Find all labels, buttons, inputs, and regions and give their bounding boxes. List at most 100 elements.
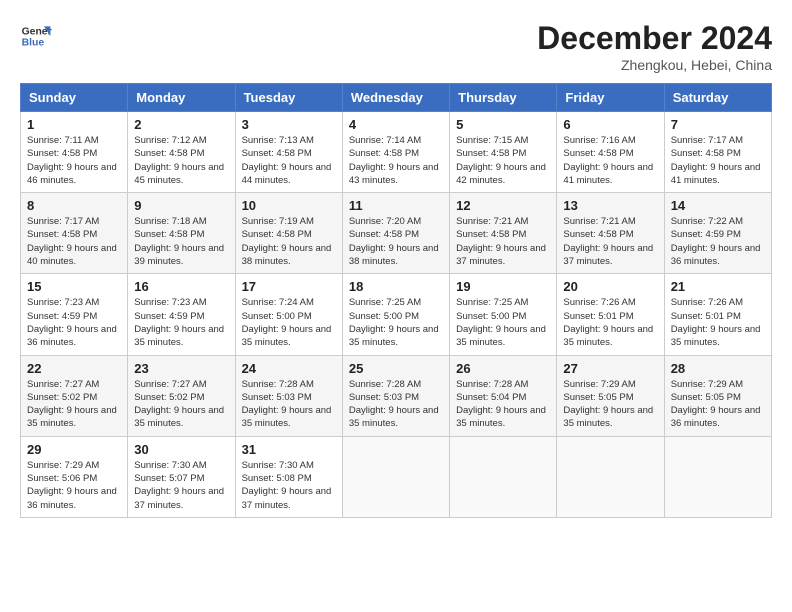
day-number: 20 bbox=[563, 279, 657, 294]
calendar-cell: 6 Sunrise: 7:16 AMSunset: 4:58 PMDaylight… bbox=[557, 112, 664, 193]
day-info: Sunrise: 7:17 AMSunset: 4:58 PMDaylight:… bbox=[671, 134, 765, 187]
calendar-cell: 26Sunrise: 7:28 AMSunset: 5:04 PMDayligh… bbox=[450, 355, 557, 436]
day-info: Sunrise: 7:29 AMSunset: 5:05 PMDaylight:… bbox=[671, 378, 765, 431]
calendar-cell: 8 Sunrise: 7:17 AMSunset: 4:58 PMDaylight… bbox=[21, 193, 128, 274]
day-number: 6 bbox=[563, 117, 657, 132]
calendar-cell: 13 Sunrise: 7:21 AMSunset: 4:58 PMDayligh… bbox=[557, 193, 664, 274]
day-number: 24 bbox=[242, 361, 336, 376]
calendar-cell: 19 Sunrise: 7:25 AMSunset: 5:00 PMDayligh… bbox=[450, 274, 557, 355]
day-info: Sunrise: 7:24 AMSunset: 5:00 PMDaylight:… bbox=[242, 296, 336, 349]
day-info: Sunrise: 7:22 AMSunset: 4:59 PMDaylight:… bbox=[671, 215, 765, 268]
calendar-cell: 3 Sunrise: 7:13 AMSunset: 4:58 PMDaylight… bbox=[235, 112, 342, 193]
day-info: Sunrise: 7:21 AMSunset: 4:58 PMDaylight:… bbox=[563, 215, 657, 268]
day-number: 18 bbox=[349, 279, 443, 294]
day-info: Sunrise: 7:27 AMSunset: 5:02 PMDaylight:… bbox=[27, 378, 121, 431]
header-saturday: Saturday bbox=[664, 84, 771, 112]
header-monday: Monday bbox=[128, 84, 235, 112]
day-number: 4 bbox=[349, 117, 443, 132]
day-number: 10 bbox=[242, 198, 336, 213]
day-info: Sunrise: 7:25 AMSunset: 5:00 PMDaylight:… bbox=[456, 296, 550, 349]
day-number: 29 bbox=[27, 442, 121, 457]
day-info: Sunrise: 7:27 AMSunset: 5:02 PMDaylight:… bbox=[134, 378, 228, 431]
day-number: 8 bbox=[27, 198, 121, 213]
day-info: Sunrise: 7:21 AMSunset: 4:58 PMDaylight:… bbox=[456, 215, 550, 268]
day-number: 31 bbox=[242, 442, 336, 457]
calendar-cell bbox=[557, 436, 664, 517]
day-number: 2 bbox=[134, 117, 228, 132]
day-info: Sunrise: 7:23 AMSunset: 4:59 PMDaylight:… bbox=[27, 296, 121, 349]
calendar-cell: 21 Sunrise: 7:26 AMSunset: 5:01 PMDayligh… bbox=[664, 274, 771, 355]
calendar-cell: 28 Sunrise: 7:29 AMSunset: 5:05 PMDayligh… bbox=[664, 355, 771, 436]
header-thursday: Thursday bbox=[450, 84, 557, 112]
day-info: Sunrise: 7:30 AMSunset: 5:07 PMDaylight:… bbox=[134, 459, 228, 512]
calendar-cell: 5 Sunrise: 7:15 AMSunset: 4:58 PMDaylight… bbox=[450, 112, 557, 193]
day-number: 28 bbox=[671, 361, 765, 376]
page-header: General Blue December 2024 Zhengkou, Heb… bbox=[20, 20, 772, 73]
calendar-cell: 20 Sunrise: 7:26 AMSunset: 5:01 PMDayligh… bbox=[557, 274, 664, 355]
day-info: Sunrise: 7:20 AMSunset: 4:58 PMDaylight:… bbox=[349, 215, 443, 268]
day-number: 19 bbox=[456, 279, 550, 294]
header-friday: Friday bbox=[557, 84, 664, 112]
calendar-cell: 18 Sunrise: 7:25 AMSunset: 5:00 PMDayligh… bbox=[342, 274, 449, 355]
day-number: 13 bbox=[563, 198, 657, 213]
calendar-cell: 4 Sunrise: 7:14 AMSunset: 4:58 PMDaylight… bbox=[342, 112, 449, 193]
svg-text:Blue: Blue bbox=[22, 38, 45, 49]
calendar-cell: 2 Sunrise: 7:12 AMSunset: 4:58 PMDaylight… bbox=[128, 112, 235, 193]
calendar-cell: 11 Sunrise: 7:20 AMSunset: 4:58 PMDayligh… bbox=[342, 193, 449, 274]
day-number: 27 bbox=[563, 361, 657, 376]
day-info: Sunrise: 7:13 AMSunset: 4:58 PMDaylight:… bbox=[242, 134, 336, 187]
day-info: Sunrise: 7:23 AMSunset: 4:59 PMDaylight:… bbox=[134, 296, 228, 349]
logo-icon: General Blue bbox=[20, 20, 52, 52]
day-number: 12 bbox=[456, 198, 550, 213]
day-info: Sunrise: 7:29 AMSunset: 5:06 PMDaylight:… bbox=[27, 459, 121, 512]
calendar-cell: 22 Sunrise: 7:27 AMSunset: 5:02 PMDayligh… bbox=[21, 355, 128, 436]
day-number: 22 bbox=[27, 361, 121, 376]
day-number: 23 bbox=[134, 361, 228, 376]
day-info: Sunrise: 7:26 AMSunset: 5:01 PMDaylight:… bbox=[563, 296, 657, 349]
day-number: 3 bbox=[242, 117, 336, 132]
calendar-cell: 25 Sunrise: 7:28 AMSunset: 5:03 PMDayligh… bbox=[342, 355, 449, 436]
day-number: 14 bbox=[671, 198, 765, 213]
calendar-cell: 9Sunrise: 7:18 AMSunset: 4:58 PMDaylight… bbox=[128, 193, 235, 274]
day-info: Sunrise: 7:14 AMSunset: 4:58 PMDaylight:… bbox=[349, 134, 443, 187]
calendar-cell bbox=[664, 436, 771, 517]
day-info: Sunrise: 7:19 AMSunset: 4:58 PMDaylight:… bbox=[242, 215, 336, 268]
calendar-cell bbox=[342, 436, 449, 517]
calendar-cell: 31Sunrise: 7:30 AMSunset: 5:08 PMDayligh… bbox=[235, 436, 342, 517]
calendar-week-5: 29 Sunrise: 7:29 AMSunset: 5:06 PMDayligh… bbox=[21, 436, 772, 517]
location: Zhengkou, Hebei, China bbox=[537, 57, 772, 73]
calendar-cell: 7Sunrise: 7:17 AMSunset: 4:58 PMDaylight… bbox=[664, 112, 771, 193]
calendar-cell: 10 Sunrise: 7:19 AMSunset: 4:58 PMDayligh… bbox=[235, 193, 342, 274]
calendar-cell: 12 Sunrise: 7:21 AMSunset: 4:58 PMDayligh… bbox=[450, 193, 557, 274]
calendar-week-3: 15Sunrise: 7:23 AMSunset: 4:59 PMDayligh… bbox=[21, 274, 772, 355]
calendar-cell: 15Sunrise: 7:23 AMSunset: 4:59 PMDayligh… bbox=[21, 274, 128, 355]
calendar-cell: 16 Sunrise: 7:23 AMSunset: 4:59 PMDayligh… bbox=[128, 274, 235, 355]
day-info: Sunrise: 7:15 AMSunset: 4:58 PMDaylight:… bbox=[456, 134, 550, 187]
day-number: 5 bbox=[456, 117, 550, 132]
day-info: Sunrise: 7:12 AMSunset: 4:58 PMDaylight:… bbox=[134, 134, 228, 187]
day-number: 16 bbox=[134, 279, 228, 294]
calendar-week-1: 1Sunrise: 7:11 AMSunset: 4:58 PMDaylight… bbox=[21, 112, 772, 193]
day-info: Sunrise: 7:28 AMSunset: 5:03 PMDaylight:… bbox=[349, 378, 443, 431]
calendar-week-2: 8 Sunrise: 7:17 AMSunset: 4:58 PMDaylight… bbox=[21, 193, 772, 274]
calendar-cell: 30Sunrise: 7:30 AMSunset: 5:07 PMDayligh… bbox=[128, 436, 235, 517]
day-number: 25 bbox=[349, 361, 443, 376]
day-info: Sunrise: 7:11 AMSunset: 4:58 PMDaylight:… bbox=[27, 134, 121, 187]
day-info: Sunrise: 7:26 AMSunset: 5:01 PMDaylight:… bbox=[671, 296, 765, 349]
calendar-cell: 17 Sunrise: 7:24 AMSunset: 5:00 PMDayligh… bbox=[235, 274, 342, 355]
day-number: 26 bbox=[456, 361, 550, 376]
month-title: December 2024 bbox=[537, 20, 772, 57]
calendar-cell: 1Sunrise: 7:11 AMSunset: 4:58 PMDaylight… bbox=[21, 112, 128, 193]
day-number: 17 bbox=[242, 279, 336, 294]
day-number: 11 bbox=[349, 198, 443, 213]
calendar-cell: 27Sunrise: 7:29 AMSunset: 5:05 PMDayligh… bbox=[557, 355, 664, 436]
day-info: Sunrise: 7:25 AMSunset: 5:00 PMDaylight:… bbox=[349, 296, 443, 349]
calendar-cell: 24Sunrise: 7:28 AMSunset: 5:03 PMDayligh… bbox=[235, 355, 342, 436]
day-info: Sunrise: 7:16 AMSunset: 4:58 PMDaylight:… bbox=[563, 134, 657, 187]
day-number: 21 bbox=[671, 279, 765, 294]
header-tuesday: Tuesday bbox=[235, 84, 342, 112]
calendar-table: SundayMondayTuesdayWednesdayThursdayFrid… bbox=[20, 83, 772, 518]
calendar-cell: 23 Sunrise: 7:27 AMSunset: 5:02 PMDayligh… bbox=[128, 355, 235, 436]
day-info: Sunrise: 7:17 AMSunset: 4:58 PMDaylight:… bbox=[27, 215, 121, 268]
day-number: 9 bbox=[134, 198, 228, 213]
